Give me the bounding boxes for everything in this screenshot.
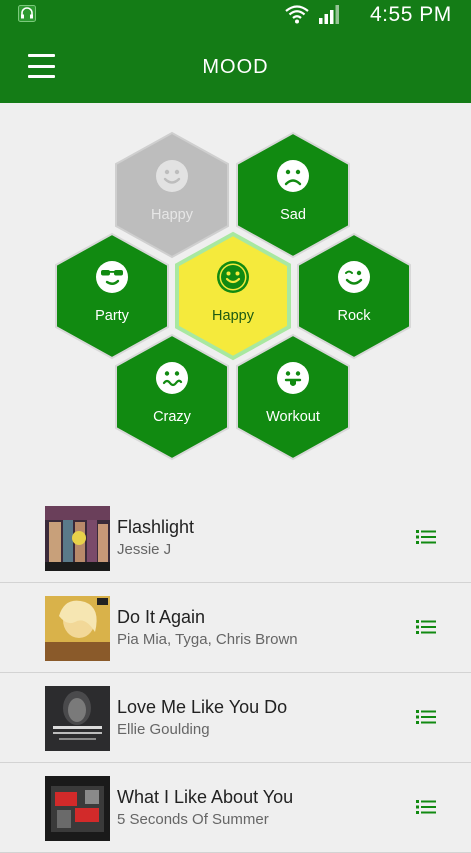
song-artist: Ellie Goulding: [117, 721, 210, 738]
headphones-notification-icon: [18, 5, 36, 22]
song-artist: Pia Mia, Tyga, Chris Brown: [117, 631, 298, 648]
smile-icon: [156, 160, 188, 192]
song-row[interactable]: Do It Again Pia Mia, Tyga, Chris Brown: [0, 583, 471, 673]
song-artist: 5 Seconds Of Summer: [117, 811, 269, 828]
mood-label: Workout: [266, 409, 320, 425]
song-title: Do It Again: [117, 607, 206, 627]
sad-icon: [277, 160, 309, 192]
song-row[interactable]: Flashlight Jessie J: [0, 493, 471, 583]
sunglasses-icon: [96, 261, 128, 293]
status-bar: 4:55 PM: [0, 0, 471, 30]
song-row[interactable]: What I Like About You 5 Seconds Of Summe…: [0, 763, 471, 853]
mood-tile-crazy[interactable]: Crazy: [110, 333, 234, 461]
crazy-face-icon: [156, 362, 188, 394]
status-time: 4:55 PM: [370, 3, 452, 26]
playlist-icon[interactable]: [416, 618, 436, 636]
tongue-out-icon: [277, 362, 309, 394]
mood-label: Happy: [151, 207, 193, 223]
cellular-signal-icon: [319, 5, 339, 24]
song-row[interactable]: Love Me Like You Do Ellie Goulding: [0, 673, 471, 763]
album-art: [45, 506, 110, 571]
mood-label: Rock: [337, 308, 371, 324]
mood-label: Happy: [212, 308, 254, 324]
wink-icon: [338, 261, 370, 293]
song-artist: Jessie J: [117, 541, 172, 558]
song-title: Flashlight: [117, 517, 195, 537]
mood-label: Crazy: [153, 409, 191, 425]
playlist-icon[interactable]: [416, 708, 436, 726]
wifi-icon: [285, 5, 309, 24]
album-art: [45, 776, 110, 841]
song-title: What I Like About You: [117, 787, 294, 807]
album-art: [45, 596, 110, 661]
playlist-icon[interactable]: [416, 798, 436, 816]
smile-icon: [217, 261, 249, 293]
song-title: Love Me Like You Do: [117, 697, 288, 717]
mood-tile-workout[interactable]: Workout: [231, 333, 355, 461]
app-bar: MOOD: [0, 30, 471, 103]
mood-label: Sad: [280, 207, 306, 223]
mood-grid: Happy Sad Party Happy Rock Crazy Workout: [0, 103, 471, 493]
mood-label: Party: [95, 308, 129, 324]
album-art: [45, 686, 110, 751]
page-title: MOOD: [202, 56, 269, 78]
playlist-icon[interactable]: [416, 528, 436, 546]
